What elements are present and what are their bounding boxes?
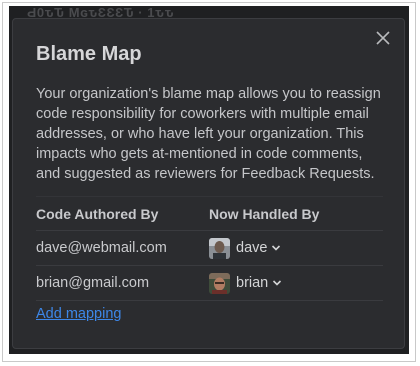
blame-map-modal: Blame Map Your organization's blame map … — [12, 18, 405, 349]
modal-title: Blame Map — [36, 43, 142, 65]
handler-name: dave — [236, 240, 268, 256]
table-row: brian@gmail.com brian — [36, 266, 383, 301]
author-email: dave@webmail.com — [36, 240, 167, 256]
author-email: brian@gmail.com — [36, 275, 150, 291]
blame-map-table: Code Authored By Now Handled By dave@web… — [36, 196, 383, 301]
close-icon — [376, 31, 390, 45]
handler-name: brian — [236, 275, 269, 291]
close-button[interactable] — [374, 29, 392, 47]
modal-description: Your organization's blame map allows you… — [36, 86, 381, 182]
header-code-authored-by: Code Authored By — [36, 205, 159, 222]
table-row: dave@webmail.com dave — [36, 231, 383, 266]
add-mapping-link[interactable]: Add mapping — [36, 306, 121, 322]
chevron-down-icon — [272, 245, 281, 251]
avatar-icon — [209, 272, 230, 294]
chevron-down-icon — [273, 280, 282, 286]
table-header: Code Authored By Now Handled By — [36, 196, 383, 231]
handler-dropdown-brian[interactable]: brian — [209, 272, 282, 294]
handler-dropdown-dave[interactable]: dave — [209, 237, 281, 259]
background-partial-text: Ԁ0ԏԎ МԍԏԐԐԐԎ · 1ԏԏ — [27, 8, 175, 18]
header-now-handled-by: Now Handled By — [209, 205, 320, 222]
avatar-icon — [209, 237, 230, 259]
